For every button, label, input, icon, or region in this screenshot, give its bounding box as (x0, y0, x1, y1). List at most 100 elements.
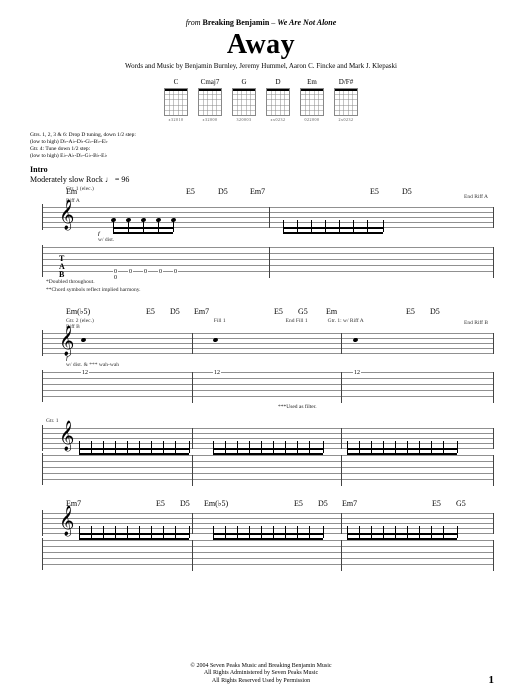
chord-fingering: 320003 (237, 117, 252, 122)
gtr1-riff-note: Gtr. 1: w/ Riff A (328, 318, 364, 324)
section-label: Intro (30, 165, 494, 174)
music-system: Em E5 D5 Em7 E5 D5 Riff A Gtr. 1 (elec.)… (28, 187, 494, 293)
guitar-label: Gtr. 1 (46, 418, 494, 424)
chord-diagram: G 320003 (232, 78, 256, 122)
credits-line: Words and Music by Benjamin Burnley, Jer… (28, 62, 494, 70)
staff-block: End Riff B 𝄞 f w/ dist. & *** wah-wah 12… (28, 330, 494, 410)
chord-fingering: x32010 (169, 117, 184, 122)
chord-symbol: E5 (274, 307, 298, 316)
tab-staff (42, 538, 494, 570)
chord-fingering: x32000 (203, 117, 218, 122)
treble-clef-icon: 𝄞 (59, 328, 74, 354)
chord-symbol: E5 (406, 307, 430, 316)
chord-fingering: 022000 (305, 117, 320, 122)
chord-symbol: Em (326, 307, 406, 316)
notation-staff: 𝄞 (42, 510, 494, 536)
chord-fingering: 2x0232 (339, 117, 354, 122)
chord-fingering: xx0232 (271, 117, 286, 122)
music-system: Em(♭5) E5 D5 Em7 E5 G5 Em E5 D5 Gtr. 2 (… (28, 307, 494, 485)
treble-clef-icon: 𝄞 (59, 202, 74, 228)
fretboard-icon (334, 88, 358, 116)
end-riff-label: End Riff B (464, 320, 488, 326)
end-riff-label: End Riff A (464, 194, 488, 200)
tab-staff: 12 12 12 (42, 370, 494, 402)
song-title: Away (28, 29, 494, 61)
notation-staff: 𝄞 (42, 204, 494, 230)
fill-label: Fill 1 (214, 318, 226, 324)
copyright-line: © 2004 Seven Peaks Music and Breaking Be… (0, 663, 522, 671)
chord-symbol: D5 (170, 307, 194, 316)
chord-symbol: D5 (218, 187, 250, 196)
guitar-annotation: Gtr. 2 (elec.) (66, 318, 94, 324)
performance-note: w/ dist. & *** wah-wah (66, 362, 494, 368)
chord-symbol: Em7 (250, 187, 370, 196)
chord-name: D/F# (339, 78, 353, 86)
tuning-line: (low to high) D♭-A♭-D♭-G♭-B♭-E♭ (30, 139, 494, 146)
chord-symbol: Em7 (194, 307, 274, 316)
page-number: 1 (489, 674, 495, 686)
chord-diagram: D xx0232 (266, 78, 290, 122)
chord-symbol: G5 (298, 307, 326, 316)
chord-symbol: Em7 (66, 499, 156, 508)
staff-block: 𝄞 (28, 425, 494, 485)
chord-diagram: Em 022000 (300, 78, 324, 122)
notation-staff: 𝄞 (42, 330, 494, 356)
chord-symbol: D5 (430, 307, 450, 316)
notation-staff: 𝄞 (42, 425, 494, 451)
chord-name: Cmaj7 (201, 78, 220, 86)
footnote: ***Used as filter. (278, 404, 494, 410)
tuning-line: (low to high) E♭-A♭-D♭-G♭-B♭-E♭ (30, 153, 494, 160)
tab-staff: TAB 0 0 0 0 0 0 (42, 245, 494, 277)
chord-name: C (174, 78, 179, 86)
chord-symbol: E5 (432, 499, 456, 508)
chord-symbol: E5 (156, 499, 180, 508)
chord-diagram: D/F# 2x0232 (334, 78, 358, 122)
chord-symbol: E5 (186, 187, 218, 196)
from-line: from Breaking Benjamin – We Are Not Alon… (28, 18, 494, 27)
treble-clef-icon: 𝄞 (59, 508, 74, 534)
chord-symbol: E5 (294, 499, 318, 508)
treble-clef-icon: 𝄞 (59, 423, 74, 449)
tempo-marking: Moderately slow Rock ♩ = 96 (30, 175, 494, 184)
chord-symbol: E5 (146, 307, 170, 316)
music-system: Em7 E5 D5 Em(♭5) E5 D5 Em7 E5 G5 𝄞 (28, 499, 494, 570)
chord-diagram: C x32010 (164, 78, 188, 122)
from-prefix: from (186, 18, 201, 27)
fretboard-icon (164, 88, 188, 116)
staff-block: 𝄞 (28, 510, 494, 570)
chord-name: Em (307, 78, 317, 86)
copyright-line: All Rights Administered by Seven Peaks M… (0, 670, 522, 678)
footnote: **Chord symbols reflect implied harmony. (46, 287, 494, 293)
fretboard-icon (198, 88, 222, 116)
tuning-notes: Gtrs. 1, 2, 3 & 6: Drop D tuning, down 1… (30, 132, 494, 161)
chord-diagram-row: C x32010 Cmaj7 x32000 G 320003 D xx0232 … (28, 78, 494, 122)
fretboard-icon (266, 88, 290, 116)
fretboard-icon (232, 88, 256, 116)
chord-symbol: G5 (456, 499, 476, 508)
chord-symbol: D5 (180, 499, 204, 508)
artist-name: Breaking Benjamin (203, 18, 270, 27)
chord-line: Em E5 D5 Em7 E5 D5 (66, 187, 494, 196)
end-fill-label: End Fill 1 (286, 318, 308, 324)
separator: – (271, 18, 275, 27)
copyright-line: All Rights Reserved Used by Permission (0, 678, 522, 686)
fretboard-icon (300, 88, 324, 116)
sheet-header: from Breaking Benjamin – We Are Not Alon… (28, 18, 494, 70)
staff-block: Gtr. 1 (elec.) End Riff A 𝄞 (28, 204, 494, 277)
chord-line: Em7 E5 D5 Em(♭5) E5 D5 Em7 E5 G5 (66, 499, 494, 508)
performance-note: w/ dist. (98, 237, 494, 243)
album-name: We Are Not Alone (277, 18, 336, 27)
tab-staff (42, 453, 494, 485)
guitar-annotation: Gtr. 1 (elec.) (66, 186, 94, 192)
chord-line: Em(♭5) E5 D5 Em7 E5 G5 Em E5 D5 (66, 307, 494, 316)
chord-symbol: Em(♭5) (204, 499, 294, 508)
chord-symbol: Em7 (342, 499, 432, 508)
chord-diagram: Cmaj7 x32000 (198, 78, 222, 122)
chord-symbol: D5 (318, 499, 342, 508)
chord-symbol: Em(♭5) (66, 307, 146, 316)
chord-name: G (241, 78, 246, 86)
chord-symbol: D5 (402, 187, 434, 196)
tab-label: TAB (59, 255, 65, 279)
copyright-footer: © 2004 Seven Peaks Music and Breaking Be… (0, 663, 522, 686)
chord-symbol: E5 (370, 187, 402, 196)
